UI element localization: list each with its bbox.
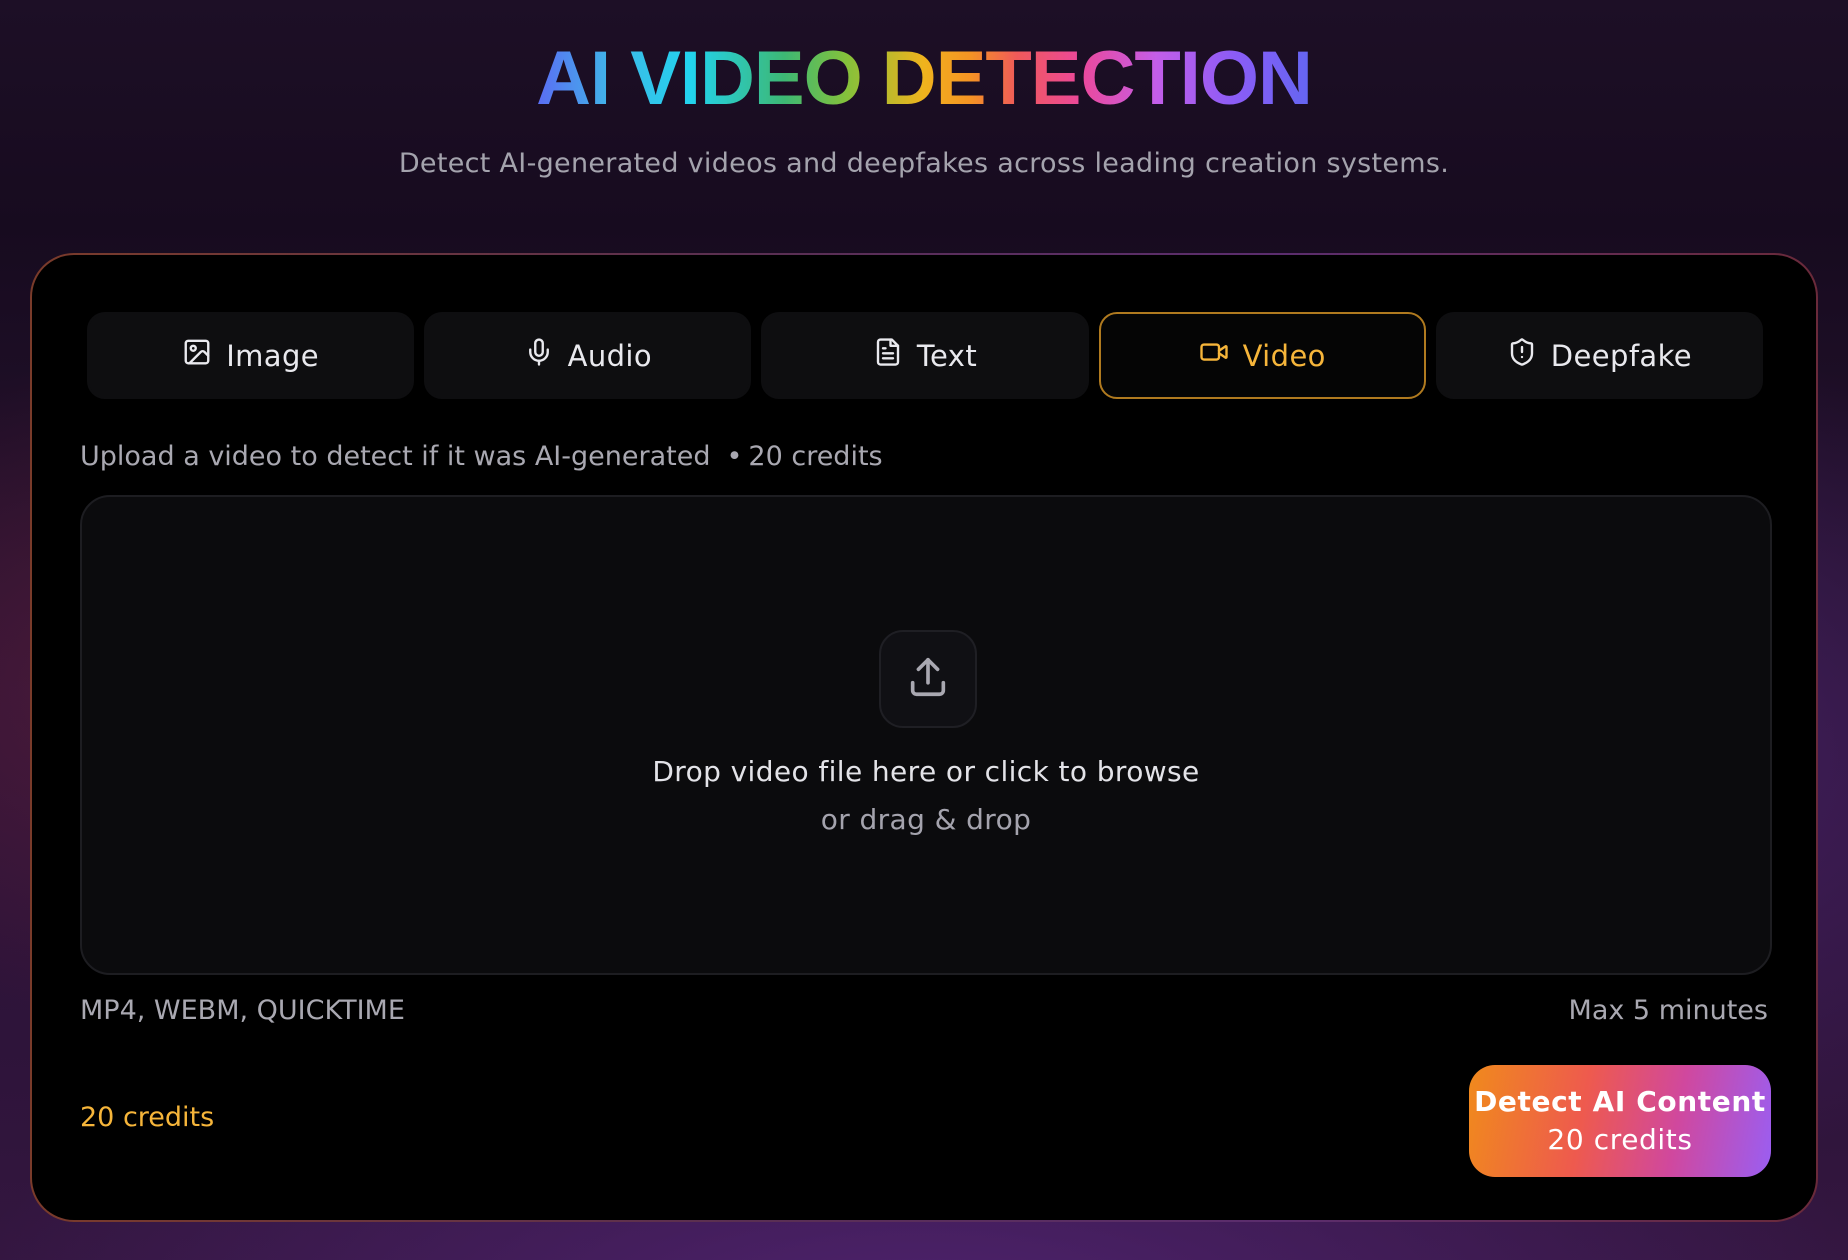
page-subtitle: Detect AI-generated videos and deepfakes… xyxy=(398,148,1450,179)
tab-label: Audio xyxy=(567,338,653,373)
tab-image[interactable]: Image xyxy=(87,312,415,399)
detect-button-credits: 20 credits xyxy=(1547,1123,1693,1156)
upload-hint-text: Upload a video to detect if it was AI-ge… xyxy=(80,441,711,472)
bullet-separator: • xyxy=(726,441,743,472)
document-icon xyxy=(873,337,903,374)
tab-deepfake[interactable]: Deepfake xyxy=(1435,312,1764,399)
dropzone-instructions: Drop video file here or click to browse xyxy=(652,755,1200,788)
video-dropzone[interactable]: Drop video file here or click to browse … xyxy=(80,495,1772,975)
tab-video[interactable]: Video xyxy=(1098,312,1426,399)
supported-formats: MP4, WEBM, QUICKTIME xyxy=(80,995,405,1026)
tab-label: Text xyxy=(916,338,978,373)
detect-button-label: Detect AI Content xyxy=(1474,1085,1766,1118)
video-camera-icon xyxy=(1199,337,1229,374)
upload-icon xyxy=(905,654,951,704)
tab-label: Video xyxy=(1242,338,1326,373)
credits-cost: 20 credits xyxy=(80,1102,215,1133)
tab-label: Image xyxy=(226,338,320,373)
image-icon xyxy=(182,337,212,374)
upload-hint: Upload a video to detect if it was AI-ge… xyxy=(80,441,883,472)
tab-label: Deepfake xyxy=(1550,338,1693,373)
upload-button[interactable] xyxy=(879,630,977,728)
microphone-icon xyxy=(524,337,554,374)
detect-ai-content-button[interactable]: Detect AI Content 20 credits xyxy=(1469,1065,1771,1177)
detection-card: Image Audio Text Video Deepfake Upload a… xyxy=(30,253,1818,1222)
shield-alert-icon xyxy=(1507,337,1537,374)
dropzone-subtext: or drag & drop xyxy=(820,803,1032,836)
max-duration: Max 5 minutes xyxy=(1568,995,1768,1026)
page-header: AI VIDEO DETECTION Detect AI-generated v… xyxy=(0,0,1848,240)
upload-hint-credits: 20 credits xyxy=(748,441,883,472)
detection-type-tabs: Image Audio Text Video Deepfake xyxy=(87,312,1764,399)
tab-text[interactable]: Text xyxy=(761,312,1089,399)
tab-audio[interactable]: Audio xyxy=(424,312,752,399)
page-title: AI VIDEO DETECTION xyxy=(536,36,1313,121)
